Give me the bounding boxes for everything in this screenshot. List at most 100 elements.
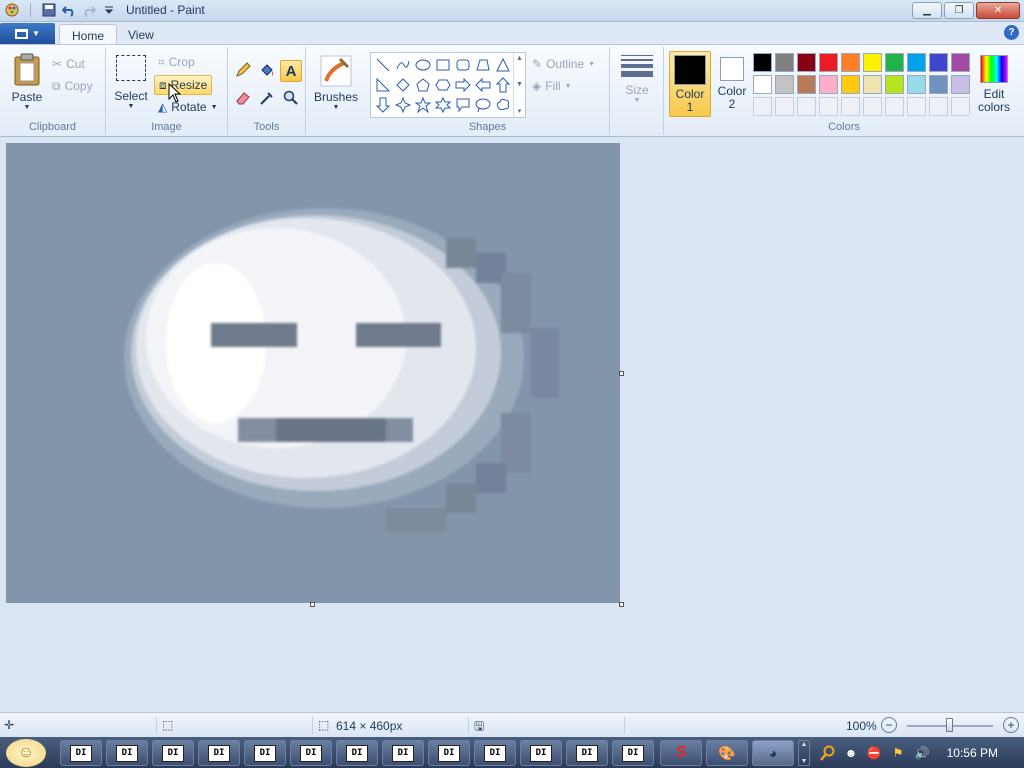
paste-button[interactable]: Paste ▼: [8, 53, 46, 111]
five-point-star-shape-icon[interactable]: [413, 95, 433, 115]
resize-handle-right[interactable]: [619, 371, 624, 376]
palette-swatch[interactable]: [863, 53, 882, 72]
save-icon[interactable]: [41, 2, 57, 18]
taskbar-app-button[interactable]: DI: [474, 740, 516, 766]
custom-color-slot[interactable]: [951, 97, 970, 116]
fill-button[interactable]: ◈ Fill ▼: [532, 76, 572, 96]
taskbar-clock[interactable]: 10:56 PM: [947, 746, 998, 760]
color-picker-tool[interactable]: [256, 88, 278, 110]
right-triangle-shape-icon[interactable]: [373, 75, 393, 95]
taskbar-scroll[interactable]: ▲ ▼: [798, 740, 810, 766]
eraser-tool[interactable]: [232, 88, 254, 110]
size-button[interactable]: Size ▼: [618, 55, 656, 104]
minimize-button[interactable]: ▁: [912, 2, 942, 19]
diamond-shape-icon[interactable]: [393, 75, 413, 95]
palette-swatch[interactable]: [775, 75, 794, 94]
color2-button[interactable]: Color 2: [711, 51, 753, 117]
resize-button[interactable]: ⧈ Resize: [154, 75, 213, 95]
resize-handle-corner[interactable]: [619, 602, 624, 607]
palette-swatch[interactable]: [753, 75, 772, 94]
left-arrow-shape-icon[interactable]: [473, 75, 493, 95]
pencil-tool[interactable]: [232, 60, 254, 82]
custom-color-slot[interactable]: [775, 97, 794, 116]
custom-color-slot[interactable]: [841, 97, 860, 116]
palette-swatch[interactable]: [841, 53, 860, 72]
four-point-star-shape-icon[interactable]: [393, 95, 413, 115]
taskbar-app-button[interactable]: DI: [428, 740, 470, 766]
paint-menu-button[interactable]: ▼: [0, 23, 55, 44]
taskbar-app-button[interactable]: DI: [336, 740, 378, 766]
edit-colors-button[interactable]: Edit colors: [973, 51, 1015, 117]
palette-swatch[interactable]: [885, 53, 904, 72]
taskbar-app-button[interactable]: DI: [244, 740, 286, 766]
search-icon[interactable]: [820, 745, 836, 761]
network-error-icon[interactable]: ⛔: [866, 745, 882, 761]
taskbar-app-paint-active[interactable]: ◕: [752, 740, 794, 766]
security-icon[interactable]: ⚑: [890, 745, 906, 761]
custom-color-slot[interactable]: [753, 97, 772, 116]
palette-swatch[interactable]: [797, 53, 816, 72]
customize-qat-icon[interactable]: [101, 2, 117, 18]
palette-swatch[interactable]: [863, 75, 882, 94]
rounded-callout-shape-icon[interactable]: [453, 95, 473, 115]
text-tool[interactable]: A: [280, 60, 302, 82]
start-button[interactable]: ☺: [6, 739, 46, 767]
paint-app-icon[interactable]: [4, 2, 20, 18]
palette-swatch[interactable]: [951, 53, 970, 72]
messenger-icon[interactable]: ☻: [843, 745, 859, 761]
zoom-in-button[interactable]: +: [1003, 717, 1019, 733]
taskbar-app-button[interactable]: DI: [198, 740, 240, 766]
palette-swatch[interactable]: [951, 75, 970, 94]
crop-button[interactable]: ⌗ Crop: [158, 52, 195, 72]
zoom-out-button[interactable]: −: [881, 717, 897, 733]
six-point-star-shape-icon[interactable]: [433, 95, 453, 115]
shapes-scrollbar[interactable]: ▲ ▼ ▾: [513, 53, 525, 117]
help-icon[interactable]: ?: [1004, 25, 1019, 40]
taskbar-app-button[interactable]: DI: [106, 740, 148, 766]
volume-icon[interactable]: 🔊: [914, 745, 930, 761]
pentagon-shape-icon[interactable]: [413, 75, 433, 95]
fill-tool[interactable]: [256, 60, 278, 82]
select-button[interactable]: Select ▼: [114, 55, 148, 110]
palette-swatch[interactable]: [775, 53, 794, 72]
taskbar-app-paint[interactable]: 🎨: [706, 740, 748, 766]
up-arrow-shape-icon[interactable]: [493, 75, 513, 95]
canvas-area[interactable]: [0, 137, 1024, 712]
tab-view[interactable]: View: [116, 24, 166, 45]
taskbar-app-red[interactable]: S: [660, 740, 702, 766]
right-arrow-shape-icon[interactable]: [453, 75, 473, 95]
rotate-button[interactable]: ◭ Rotate ▼: [158, 97, 218, 117]
palette-swatch[interactable]: [797, 75, 816, 94]
palette-swatch[interactable]: [819, 53, 838, 72]
palette-swatch[interactable]: [907, 75, 926, 94]
drawing-canvas[interactable]: [6, 143, 620, 603]
tab-home[interactable]: Home: [59, 24, 118, 45]
oval-callout-shape-icon[interactable]: [473, 95, 493, 115]
down-arrow-shape-icon[interactable]: [373, 95, 393, 115]
palette-swatch[interactable]: [929, 75, 948, 94]
taskbar-app-button[interactable]: DI: [290, 740, 332, 766]
magnifier-tool[interactable]: [280, 88, 302, 110]
palette-swatch[interactable]: [819, 75, 838, 94]
taskbar-app-button[interactable]: DI: [520, 740, 562, 766]
custom-color-slot[interactable]: [885, 97, 904, 116]
palette-swatch[interactable]: [753, 53, 772, 72]
zoom-slider-thumb[interactable]: [946, 718, 953, 732]
custom-color-slot[interactable]: [797, 97, 816, 116]
cloud-callout-shape-icon[interactable]: [493, 95, 513, 115]
outline-button[interactable]: ✎ Outline ▼: [532, 54, 595, 74]
cut-button[interactable]: ✂ Cut: [52, 54, 85, 74]
hexagon-shape-icon[interactable]: [433, 75, 453, 95]
taskbar-app-button[interactable]: DI: [612, 740, 654, 766]
oval-shape-icon[interactable]: [413, 55, 433, 75]
custom-color-slot[interactable]: [863, 97, 882, 116]
triangle-shape-icon[interactable]: [493, 55, 513, 75]
palette-swatch[interactable]: [885, 75, 904, 94]
custom-color-slot[interactable]: [929, 97, 948, 116]
custom-color-slot[interactable]: [907, 97, 926, 116]
redo-icon[interactable]: [81, 2, 97, 18]
brushes-button[interactable]: Brushes ▼: [314, 55, 358, 111]
custom-color-slot[interactable]: [819, 97, 838, 116]
taskbar-app-button[interactable]: DI: [60, 740, 102, 766]
palette-swatch[interactable]: [907, 53, 926, 72]
